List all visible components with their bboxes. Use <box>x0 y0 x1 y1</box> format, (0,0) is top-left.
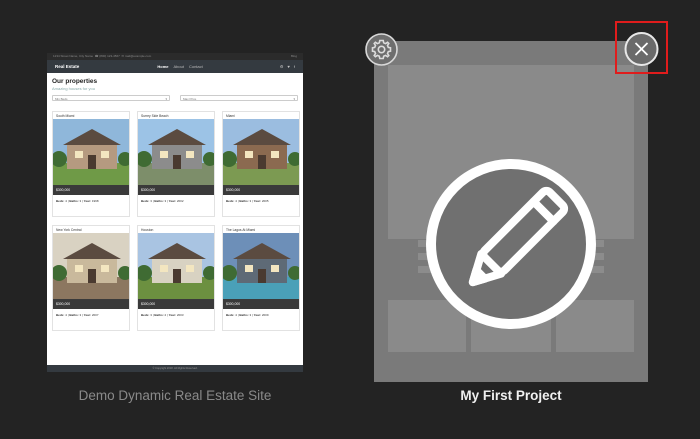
listing-title: Miami <box>226 114 235 118</box>
listing-price: $300,000 <box>138 299 214 309</box>
listing-meta: Beds: 4 | Baths: 3 | Year: 2007 <box>56 313 99 317</box>
listing-meta: Beds: 4 | Baths: 3 | Year: 2005 <box>226 199 269 203</box>
delete-project-button[interactable] <box>615 21 668 74</box>
thumb-filters: Min Beds ▾ Max Price ▾ <box>52 95 298 101</box>
thumb-filter-beds: Min Beds ▾ <box>52 95 170 101</box>
listing-photo <box>53 119 129 185</box>
listing-price: $300,000 <box>138 185 214 195</box>
listing-photo <box>53 233 129 299</box>
project-card-my-first-project[interactable] <box>374 41 648 382</box>
listing-title: The Lagos At Miami <box>226 228 256 232</box>
thumb-filter-price: Max Price ▾ <box>180 95 298 101</box>
listing-meta: Beds: 3 | Baths: 2 | Year: 2003 <box>141 313 184 317</box>
listing-title: Houston <box>141 228 154 232</box>
listing-price: $300,000 <box>53 185 129 195</box>
listing-card: Surrey Side Beach $300,000 Beds: 3 | Baths… <box>137 111 215 217</box>
project-settings-button[interactable] <box>364 32 399 67</box>
thumb-listing-grid: South Miami $300,000 Beds: 4 | Baths: 3 | … <box>52 111 300 331</box>
listing-photo <box>223 233 299 299</box>
thumb-footer: © Copyright 2018. All Rights Reserved. <box>47 365 303 372</box>
listing-card: South Miami $300,000 Beds: 4 | Baths: 3 | … <box>52 111 130 217</box>
chevron-down-icon: ▾ <box>293 97 295 101</box>
thumb-social-icon: f <box>293 64 295 69</box>
listing-photo <box>223 119 299 185</box>
thumb-navbar: Real Estate Home About Contact ⚙ ♥ f <box>47 60 303 73</box>
thumb-subheading: Amazing houses for you <box>52 86 95 91</box>
listing-meta: Beds: 4 | Baths: 3 | Year: 2009 <box>226 313 269 317</box>
thumb-phone: ☎ (800) 123-4567 <box>94 54 120 58</box>
listing-photo <box>138 233 214 299</box>
listing-meta: Beds: 3 | Baths: 3 | Year: 2002 <box>141 199 184 203</box>
listing-card: The Lagos At Miami $300,000 Beds: 4 | Bath… <box>222 225 300 331</box>
project-card-demo-real-estate[interactable]: 1234 Street Name, City Name ☎ (800) 123-… <box>47 53 303 372</box>
close-icon <box>624 32 659 66</box>
project-title-demo[interactable]: Demo Dynamic Real Estate Site <box>47 388 303 403</box>
thumb-brand: Real Estate <box>55 64 80 69</box>
project-thumbnail: 1234 Street Name, City Name ☎ (800) 123-… <box>47 53 303 372</box>
thumb-nav-links: Home About Contact <box>152 60 202 73</box>
thumb-nav-contact: Contact <box>188 64 203 69</box>
thumb-blog-link: Blog <box>290 54 297 58</box>
thumb-topbar: 1234 Street Name, City Name ☎ (800) 123-… <box>47 53 303 60</box>
pencil-icon[interactable] <box>425 158 597 335</box>
thumb-nav-home: Home <box>157 64 169 69</box>
thumb-address: 1234 Street Name, City Name <box>53 54 94 58</box>
gear-icon <box>365 33 398 66</box>
listing-card: Houston $300,000 Beds: 3 | Baths: 2 | Year… <box>137 225 215 331</box>
thumb-heading: Our properties <box>52 78 98 85</box>
thumb-nav-about: About <box>173 64 184 69</box>
listing-price: $300,000 <box>223 299 299 309</box>
listing-title: South Miami <box>56 114 75 118</box>
listing-title: New York Central <box>56 228 82 232</box>
thumb-social-icon: ⚙ <box>279 64 284 69</box>
listing-price: $300,000 <box>223 185 299 195</box>
chevron-down-icon: ▾ <box>165 97 167 101</box>
project-title-my-first-project[interactable]: My First Project <box>374 388 648 403</box>
listing-card: New York Central $300,000 Beds: 4 | Baths:… <box>52 225 130 331</box>
listing-title: Surrey Side Beach <box>141 114 169 118</box>
listing-price: $300,000 <box>53 299 129 309</box>
listing-meta: Beds: 4 | Baths: 3 | Year: 1998 <box>56 199 99 203</box>
listing-card: Miami $300,000 Beds: 4 | Baths: 3 | Year: … <box>222 111 300 217</box>
listing-photo <box>138 119 214 185</box>
thumb-email: ✉ mail@example.com <box>121 54 152 58</box>
thumb-social-icons: ⚙ ♥ f <box>276 60 295 73</box>
thumb-social-icon: ♥ <box>287 64 290 69</box>
